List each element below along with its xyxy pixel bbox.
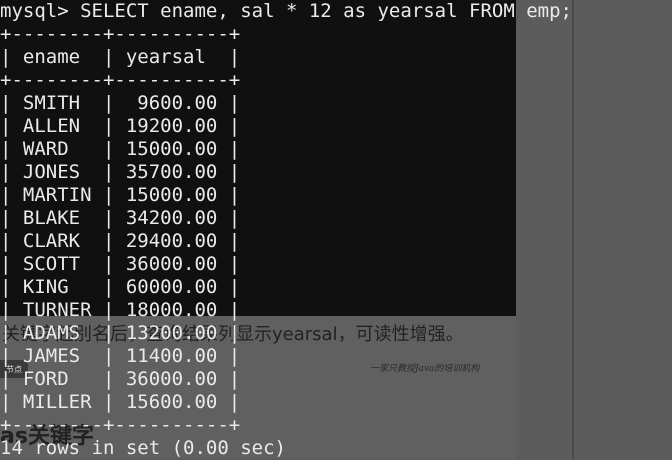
table-border-mid: +--------+----------+: [0, 69, 241, 91]
table-row: | MARTIN | 15000.00 |: [0, 184, 241, 206]
result-summary: 14 rows in set (0.00 sec): [0, 437, 286, 459]
table-row: | FORD | 36000.00 |: [0, 368, 241, 390]
table-row: | SMITH | 9600.00 |: [0, 92, 241, 114]
table-row: | KING | 60000.00 |: [0, 276, 241, 298]
table-header: | ename | yearsal |: [0, 46, 241, 68]
table-border-top: +--------+----------+: [0, 23, 241, 45]
table-row: | TURNER | 18000.00 |: [0, 299, 241, 321]
terminal-output: mysql> SELECT ename, sal * 12 as yearsal…: [0, 0, 572, 460]
table-row: | CLARK | 29400.00 |: [0, 230, 241, 252]
table-row: | JONES | 35700.00 |: [0, 161, 241, 183]
prompt: mysql>: [0, 0, 81, 22]
sql-command: SELECT ename, sal * 12 as yearsal FROM e…: [80, 0, 572, 22]
table-border-bottom: +--------+----------+: [0, 414, 241, 436]
table-row: | JAMES | 11400.00 |: [0, 345, 241, 367]
table-row: | ALLEN | 19200.00 |: [0, 115, 241, 137]
table-row: | SCOTT | 36000.00 |: [0, 253, 241, 275]
table-row: | BLAKE | 34200.00 |: [0, 207, 241, 229]
command-line: mysql> SELECT ename, sal * 12 as yearsal…: [0, 0, 572, 23]
background-divider: [572, 0, 574, 459]
table-row: | WARD | 15000.00 |: [0, 138, 241, 160]
table-row: | ADAMS | 13200.00 |: [0, 322, 241, 344]
table-row: | MILLER | 15600.00 |: [0, 391, 241, 413]
